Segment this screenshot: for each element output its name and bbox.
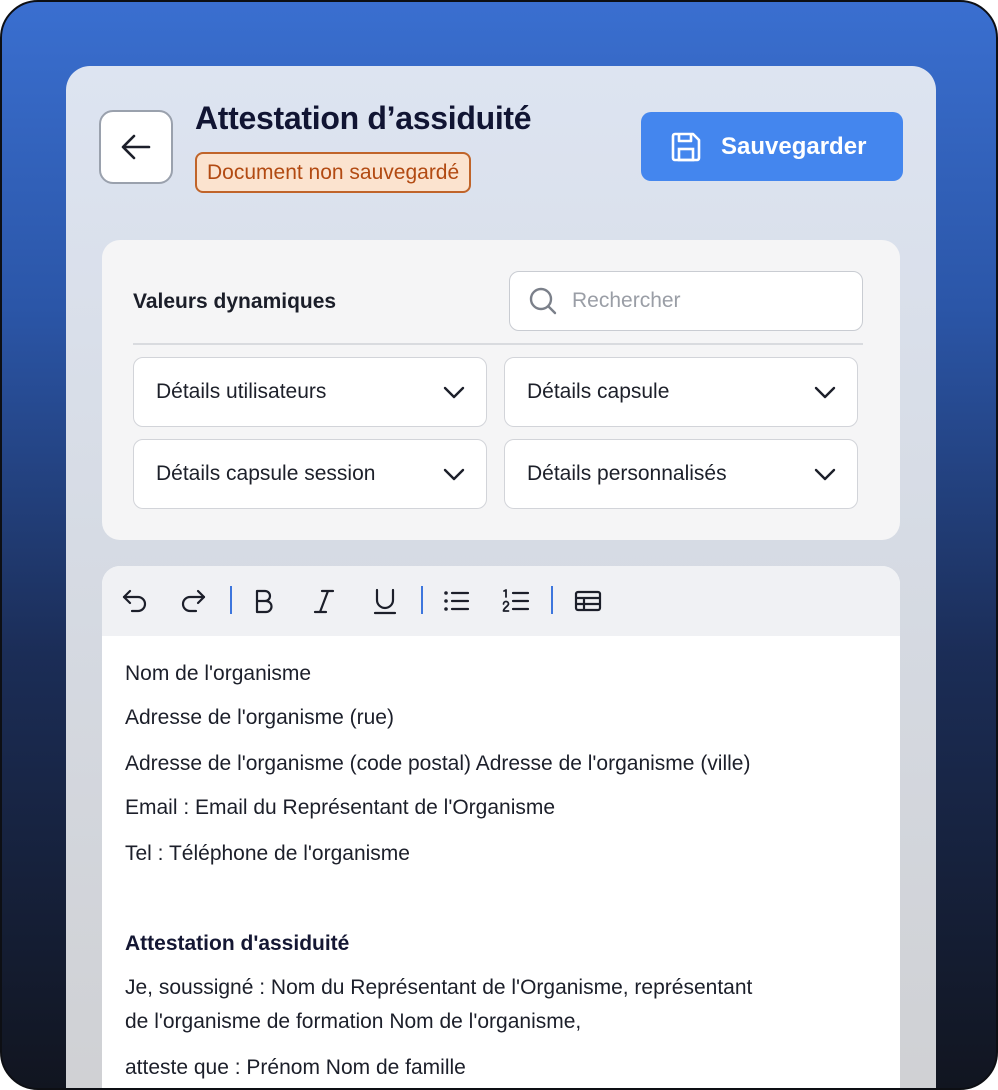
device-frame: Attestation d’assiduité Document non sau… (0, 0, 998, 1090)
dropdown-custom-details[interactable]: Détails personnalisés (504, 439, 858, 509)
search-input[interactable] (572, 289, 842, 313)
search-icon (529, 287, 557, 315)
undo-icon (122, 589, 147, 613)
editor-line[interactable]: Adresse de l'organisme (rue) (125, 701, 394, 735)
chevron-down-icon (443, 386, 465, 399)
table-icon (574, 590, 602, 612)
redo-icon (181, 589, 206, 613)
editor-line[interactable]: Je, soussigné : Nom du Représentant de l… (125, 971, 752, 1005)
bold-icon (255, 589, 273, 614)
undo-button[interactable] (118, 584, 152, 618)
redo-button[interactable] (176, 584, 210, 618)
table-button[interactable] (571, 584, 605, 618)
chevron-down-icon (814, 386, 836, 399)
dropdown-label: Détails personnalisés (527, 462, 727, 485)
italic-button[interactable] (307, 584, 341, 618)
italic-icon (313, 589, 335, 614)
dropdown-user-details[interactable]: Détails utilisateurs (133, 357, 487, 427)
toolbar-separator (421, 586, 423, 614)
bullet-list-icon (444, 591, 470, 611)
floppy-disk-icon (671, 132, 701, 161)
search-box[interactable] (509, 271, 863, 331)
dropdown-label: Détails utilisateurs (156, 380, 327, 403)
numbered-list-button[interactable] (499, 584, 533, 618)
dropdown-capsule-session-details[interactable]: Détails capsule session (133, 439, 487, 509)
dropdown-label: Détails capsule session (156, 462, 376, 485)
dynamic-values-title: Valeurs dynamiques (133, 290, 337, 313)
divider (133, 343, 863, 345)
editor-line[interactable]: Adresse de l'organisme (code postal) Adr… (125, 747, 750, 781)
page-title: Attestation d’assiduité (195, 100, 532, 136)
editor-line[interactable]: Email : Email du Représentant de l'Organ… (125, 791, 555, 825)
underline-button[interactable] (368, 584, 402, 618)
save-button[interactable]: Sauvegarder (641, 112, 903, 181)
toolbar-separator (551, 586, 553, 614)
numbered-list-icon (502, 589, 530, 612)
arrow-left-icon (121, 134, 151, 160)
editor-line[interactable]: Tel : Téléphone de l'organisme (125, 837, 410, 871)
toolbar-separator (230, 586, 232, 614)
underline-icon (373, 588, 397, 615)
editor-toolbar (102, 566, 900, 636)
editor-line[interactable]: atteste que : Prénom Nom de famille (125, 1051, 466, 1085)
editor-panel: Attestation d’assiduité Document non sau… (66, 66, 936, 1088)
dynamic-values-card: Valeurs dynamiques Détails utilisateurs … (102, 240, 900, 540)
status-badge: Document non sauvegardé (195, 152, 472, 193)
bold-button[interactable] (247, 584, 281, 618)
editor-line[interactable]: Nom de l'organisme (125, 657, 311, 691)
chevron-down-icon (814, 468, 836, 481)
dropdown-capsule-details[interactable]: Détails capsule (504, 357, 858, 427)
editor-line[interactable]: de l'organisme de formation Nom de l'org… (125, 1005, 581, 1039)
bullet-list-button[interactable] (439, 584, 473, 618)
chevron-down-icon (443, 468, 465, 481)
editor-heading[interactable]: Attestation d'assiduité (125, 927, 349, 961)
editor-card: Nom de l'organisme Adresse de l'organism… (102, 566, 900, 1088)
back-button[interactable] (99, 110, 173, 184)
dropdown-label: Détails capsule (527, 380, 670, 403)
save-button-label: Sauvegarder (721, 132, 867, 160)
